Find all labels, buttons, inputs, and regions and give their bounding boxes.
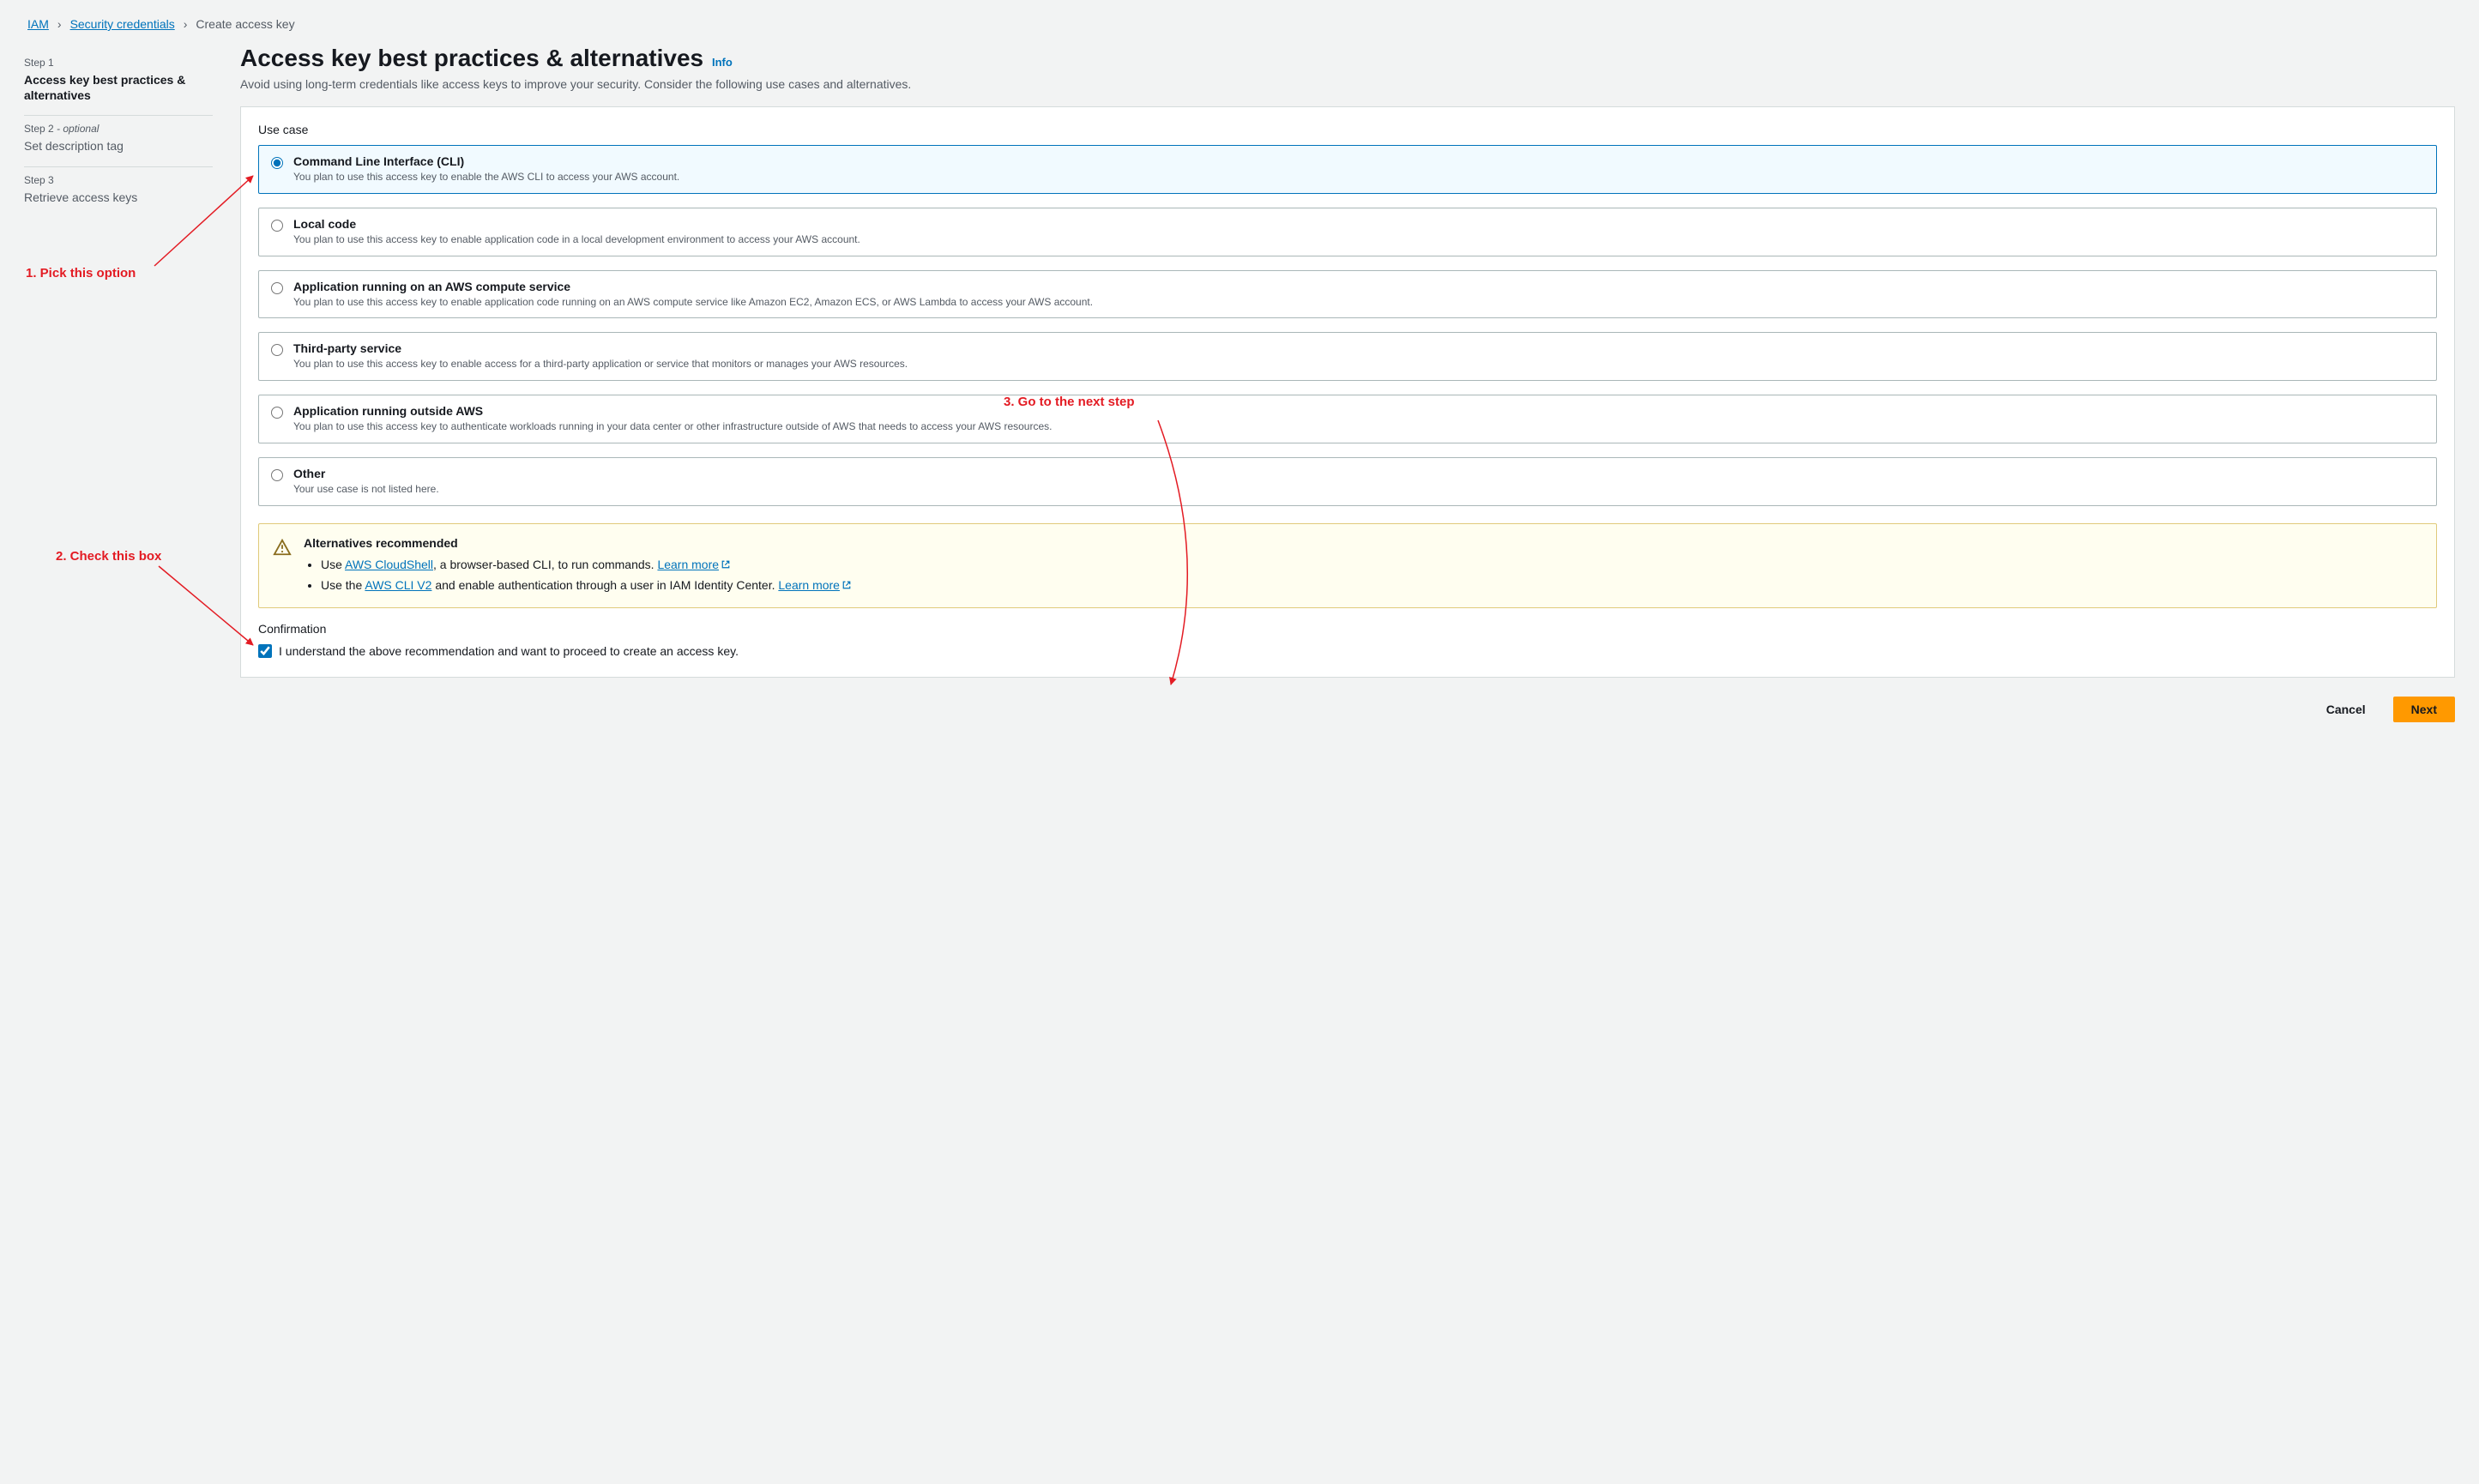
use-case-radio[interactable] — [271, 157, 283, 169]
chevron-right-icon: › — [57, 17, 62, 31]
step-number: Step 1 — [24, 57, 213, 69]
use-case-option[interactable]: Other Your use case is not listed here. — [258, 457, 2437, 506]
use-case-description: You plan to use this access key to authe… — [293, 419, 2424, 434]
page-title: Access key best practices & alternatives — [240, 45, 703, 71]
use-case-title: Command Line Interface (CLI) — [293, 154, 2424, 168]
alternatives-recommended-alert: Alternatives recommended Use AWS CloudSh… — [258, 523, 2437, 609]
warning-icon — [273, 538, 292, 557]
use-case-title: Local code — [293, 217, 2424, 231]
breadcrumb-security-credentials[interactable]: Security credentials — [70, 17, 175, 31]
use-case-radio-group: Command Line Interface (CLI) You plan to … — [258, 145, 2437, 506]
chevron-right-icon: › — [184, 17, 188, 31]
wizard-step-1[interactable]: Step 1 Access key best practices & alter… — [24, 50, 213, 116]
alert-bullet-cloudshell: Use AWS CloudShell, a browser-based CLI,… — [321, 555, 2422, 576]
cancel-button[interactable]: Cancel — [2309, 697, 2383, 722]
use-case-radio[interactable] — [271, 282, 283, 294]
step-title: Set description tag — [24, 138, 213, 154]
use-case-option[interactable]: Application running outside AWSYou plan … — [258, 395, 2437, 443]
aws-cli-v2-link[interactable]: AWS CLI V2 — [365, 578, 431, 592]
use-case-title: Third-party service — [293, 341, 2424, 355]
use-case-description: You plan to use this access key to enabl… — [293, 232, 2424, 247]
use-case-description: You plan to use this access key to enabl… — [293, 295, 2424, 310]
step-title: Retrieve access keys — [24, 190, 213, 205]
breadcrumb-iam[interactable]: IAM — [27, 17, 49, 31]
use-case-title: Other — [293, 467, 2424, 480]
confirmation-checkbox[interactable] — [258, 644, 272, 658]
page-subtitle: Avoid using long-term credentials like a… — [240, 77, 2455, 91]
breadcrumb: IAM › Security credentials › Create acce… — [24, 17, 2455, 31]
use-case-description: You plan to use this access key to enabl… — [293, 170, 2424, 184]
alert-title: Alternatives recommended — [304, 536, 2422, 550]
use-case-radio[interactable] — [271, 469, 283, 481]
wizard-steps-sidebar: Step 1 Access key best practices & alter… — [24, 45, 213, 722]
wizard-step-3: Step 3 Retrieve access keys — [24, 167, 213, 217]
breadcrumb-current: Create access key — [196, 17, 294, 31]
learn-more-link[interactable]: Learn more — [778, 578, 852, 592]
use-case-radio[interactable] — [271, 220, 283, 232]
use-case-label: Use case — [258, 123, 2437, 136]
main-panel: Use case Command Line Interface (CLI) You… — [240, 106, 2455, 678]
aws-cloudshell-link[interactable]: AWS CloudShell — [345, 558, 433, 571]
info-link[interactable]: Info — [712, 56, 733, 69]
use-case-radio[interactable] — [271, 344, 283, 356]
wizard-step-2: Step 2 - optional Set description tag — [24, 116, 213, 166]
use-case-title: Application running outside AWS — [293, 404, 2424, 418]
use-case-option[interactable]: Third-party service You plan to use this … — [258, 332, 2437, 381]
confirmation-label: Confirmation — [258, 622, 2437, 636]
use-case-option[interactable]: Command Line Interface (CLI) You plan to … — [258, 145, 2437, 194]
use-case-option[interactable]: Application running on an AWS compute se… — [258, 270, 2437, 319]
learn-more-link[interactable]: Learn more — [657, 558, 731, 571]
step-number: Step 3 — [24, 174, 213, 186]
use-case-title: Application running on an AWS compute se… — [293, 280, 2424, 293]
external-link-icon — [841, 576, 852, 587]
use-case-description: You plan to use this access key to enabl… — [293, 357, 2424, 371]
confirmation-text[interactable]: I understand the above recommendation an… — [279, 644, 739, 658]
alert-bullet-cli-v2: Use the AWS CLI V2 and enable authentica… — [321, 576, 2422, 596]
use-case-option[interactable]: Local codeYou plan to use this access ke… — [258, 208, 2437, 256]
step-number: Step 2 - optional — [24, 123, 213, 135]
step-title: Access key best practices & alternatives — [24, 72, 213, 103]
next-button[interactable]: Next — [2393, 697, 2455, 722]
external-link-icon — [721, 556, 731, 566]
use-case-radio[interactable] — [271, 407, 283, 419]
use-case-description: Your use case is not listed here. — [293, 482, 2424, 497]
